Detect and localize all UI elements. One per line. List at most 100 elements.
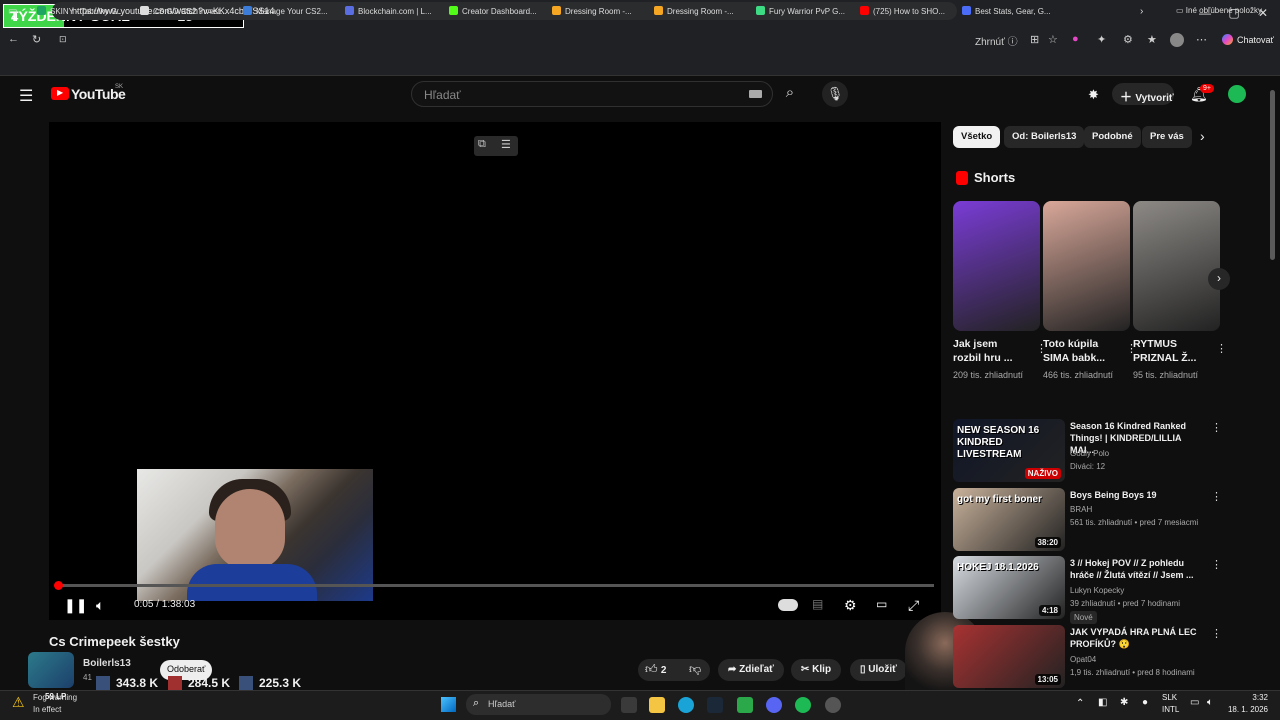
favorite-star-icon[interactable]: ☆ xyxy=(1048,33,1058,46)
video-title-link[interactable]: JAK VYPADÁ HRA PLNÁ LEC PROFÍKŮ? 😲 xyxy=(1070,626,1206,650)
bookmark-item[interactable]: Best Stats, Gear, G... xyxy=(962,6,1051,16)
video-channel[interactable]: Opat04 xyxy=(1070,653,1220,666)
clock-time[interactable]: 3:32 xyxy=(1226,693,1268,702)
settings-gear-icon[interactable]: ⚙ xyxy=(844,597,857,614)
refresh-icon[interactable]: ↻ xyxy=(32,33,41,46)
video-thumbnail[interactable]: got my first boner 38:20 xyxy=(953,488,1065,551)
more-options-icon[interactable]: ⋮ xyxy=(1211,490,1222,503)
create-button[interactable]: ＋ Vytvoriť xyxy=(1112,83,1174,105)
sparkle-icon[interactable]: ✸ xyxy=(1088,87,1099,103)
taskbar-search-input[interactable]: Hľadať xyxy=(466,694,611,715)
summarize-button[interactable]: Zhrnúť ⓘ xyxy=(975,33,1018,48)
read-aloud-icon[interactable]: ⊞ xyxy=(1030,33,1039,46)
hamburger-menu-icon[interactable]: ☰ xyxy=(19,86,33,106)
fullscreen-icon[interactable]: ⤢ xyxy=(908,597,919,614)
volume-button[interactable]: 🔈︎ xyxy=(96,597,104,614)
more-options-icon[interactable]: ⋮ xyxy=(1211,627,1222,640)
progress-bar[interactable] xyxy=(53,581,934,590)
more-options-icon[interactable]: ⋮ xyxy=(1216,342,1227,355)
filter-chip-all[interactable]: Všetko xyxy=(953,126,1001,148)
bookmark-item[interactable]: SKINY - Tabuľky G... xyxy=(37,6,124,16)
video-thumbnail[interactable]: NEW SEASON 16 KINDRED LIVESTREAM NAŽIVO xyxy=(953,419,1065,482)
extensions-icon[interactable]: ✦ xyxy=(1097,33,1106,46)
collections-icon[interactable]: ★ xyxy=(1147,33,1157,46)
edge-browser-icon[interactable] xyxy=(678,697,694,713)
other-favorites[interactable]: ▭ Iné obľúbené položky xyxy=(1176,6,1262,15)
chevron-right-icon[interactable]: › xyxy=(1140,6,1143,17)
spotify-icon[interactable] xyxy=(795,697,811,713)
autoplay-toggle[interactable] xyxy=(778,599,798,611)
bookmark-item[interactable]: Manage Your CS2... xyxy=(243,6,328,16)
like-button[interactable]: 👍︎ 2 xyxy=(645,662,666,677)
short-title[interactable]: Toto kúpila SIMA babk... xyxy=(1043,337,1117,365)
chevron-right-icon[interactable]: › xyxy=(1200,128,1205,144)
video-channel[interactable]: BRAH xyxy=(1070,503,1220,516)
short-title[interactable]: RYTMUS PRIZNAL Ž... xyxy=(1133,337,1207,365)
short-thumbnail[interactable] xyxy=(953,201,1040,331)
video-channel[interactable]: Godly Polo xyxy=(1070,447,1220,460)
back-arrow-icon[interactable]: ← xyxy=(8,33,19,45)
bookmark-item[interactable]: Fury Warrior PvP G... xyxy=(756,6,845,16)
game-launcher-icon[interactable] xyxy=(737,697,753,713)
subtitles-icon[interactable]: ▤ xyxy=(812,597,823,611)
copilot-button[interactable]: Chatovať xyxy=(1216,32,1280,49)
task-view-icon[interactable] xyxy=(621,697,637,713)
tray-chevron-icon[interactable]: ⌃ xyxy=(1076,698,1084,709)
windows-start-icon[interactable] xyxy=(441,697,456,712)
sidebar-toggle-icon[interactable]: ▭ xyxy=(8,6,17,17)
share-button[interactable]: ➦ Zdieľať xyxy=(718,659,784,681)
language-indicator[interactable]: SLK xyxy=(1162,693,1177,702)
bookmark-item[interactable]: CS:GO/CS2 Invest... xyxy=(140,6,227,16)
bluetooth-icon[interactable]: ✱ xyxy=(1120,697,1128,708)
video-title-link[interactable]: 3 // Hokej POV // Z pohledu hráče // Žlu… xyxy=(1070,557,1206,581)
bookmark-item[interactable]: Dressing Room -... xyxy=(654,6,734,16)
short-thumbnail[interactable] xyxy=(1043,201,1130,331)
miniplayer-icon[interactable]: ⧉ xyxy=(478,138,486,151)
save-button[interactable]: ▯ Uložiť xyxy=(850,659,907,681)
channel-name[interactable]: Boilerls13 xyxy=(83,658,131,669)
profile-avatar[interactable] xyxy=(1170,33,1184,47)
search-button[interactable]: ⌕ xyxy=(772,81,808,107)
bookmark-item[interactable]: Blockchain.com | L... xyxy=(345,6,432,16)
discord-icon[interactable] xyxy=(766,697,782,713)
extension-icon[interactable]: ● xyxy=(1072,33,1079,45)
more-options-icon[interactable]: ⋯ xyxy=(1196,33,1207,46)
dislike-button[interactable]: 👎︎ xyxy=(689,662,701,677)
short-title[interactable]: Jak jsem rozbil hru ... xyxy=(953,337,1027,365)
more-options-icon[interactable]: ⋮ xyxy=(1211,558,1222,571)
short-thumbnail[interactable] xyxy=(1133,201,1220,331)
video-channel[interactable]: Lukyn Kopecky xyxy=(1070,584,1220,597)
steam-icon[interactable] xyxy=(707,697,723,713)
theater-mode-icon[interactable]: ▭ xyxy=(876,597,887,611)
clip-button[interactable]: ✂ Klip xyxy=(791,659,842,681)
tray-app-icon[interactable]: ◧ xyxy=(1098,697,1107,708)
video-thumbnail[interactable]: HOKEJ 18.1.2026 4:18 xyxy=(953,556,1065,619)
keyboard-icon[interactable] xyxy=(749,90,762,98)
volume-tray-icon[interactable]: 🔈︎ xyxy=(1207,697,1213,708)
page-scrollbar[interactable] xyxy=(1270,90,1275,260)
voice-search-button[interactable]: 🎙 xyxy=(822,81,848,107)
warning-icon[interactable]: ⚠ xyxy=(12,694,25,711)
notes-icon[interactable]: ☰ xyxy=(501,138,511,151)
bookmark-item[interactable]: (725) How to SHO... xyxy=(860,6,945,16)
bookmark-item[interactable]: Creator Dashboard... xyxy=(449,6,537,16)
video-thumbnail[interactable]: 13:05 xyxy=(953,625,1065,688)
bookmark-item[interactable]: Dressing Room -... xyxy=(552,6,632,16)
settings-app-icon[interactable] xyxy=(825,697,841,713)
search-input[interactable]: Hľadať xyxy=(411,81,773,107)
video-title-link[interactable]: Boys Being Boys 19 xyxy=(1070,489,1206,501)
account-avatar[interactable] xyxy=(1226,83,1248,105)
browser-essentials-icon[interactable]: ⚙ xyxy=(1123,33,1133,46)
shorts-next-button[interactable]: › xyxy=(1208,268,1230,290)
more-options-icon[interactable]: ⋮ xyxy=(1211,421,1222,434)
filter-chip-for-you[interactable]: Pre vás xyxy=(1142,126,1192,148)
filter-chip-related[interactable]: Podobné xyxy=(1084,126,1141,148)
filter-chip-channel[interactable]: Od: Boilerls13 xyxy=(1004,126,1085,148)
keyboard-layout[interactable]: INTL xyxy=(1162,705,1179,714)
display-icon[interactable]: ▭ xyxy=(1190,697,1199,708)
progress-scrubber[interactable] xyxy=(53,581,63,590)
file-explorer-icon[interactable] xyxy=(649,697,665,713)
clock-date[interactable]: 18. 1. 2026 xyxy=(1222,705,1268,714)
pause-button[interactable]: ❚❚ xyxy=(64,597,87,614)
security-icon[interactable]: ● xyxy=(1142,697,1148,708)
